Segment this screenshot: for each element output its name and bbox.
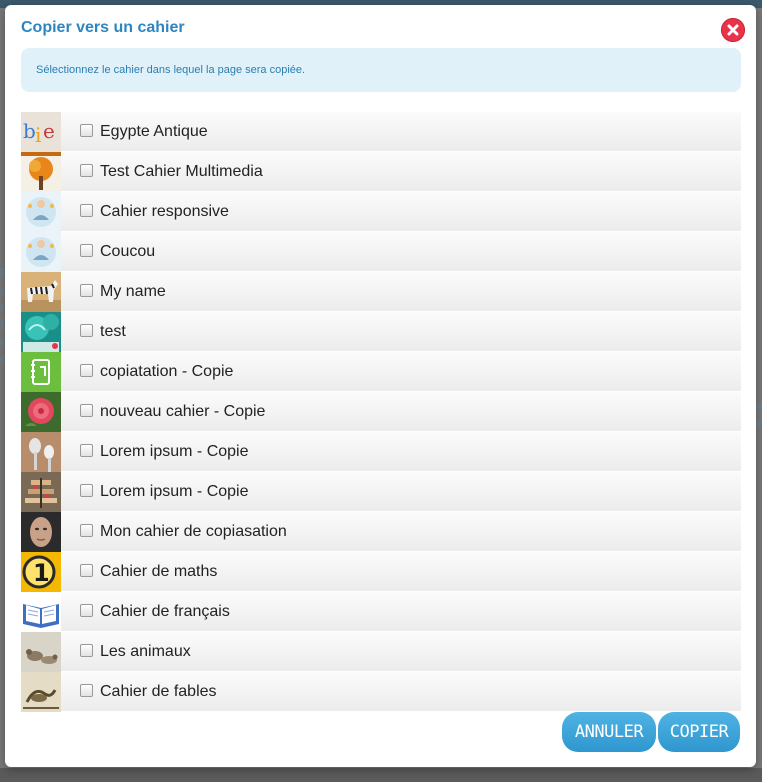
notebook-checkbox[interactable]	[80, 644, 93, 657]
notebook-checkbox[interactable]	[80, 604, 93, 617]
birds-thumbnail	[21, 632, 61, 672]
notebook-label: My name	[100, 283, 166, 300]
green-notebook-icon-thumbnail	[21, 352, 61, 392]
notebook-label: copiatation - Copie	[100, 363, 234, 380]
notebook-checkbox[interactable]	[80, 484, 93, 497]
background-footer	[0, 768, 762, 782]
notebook-row[interactable]: My name	[21, 272, 741, 312]
notebook-row[interactable]: Cahier responsive	[21, 192, 741, 232]
notebook-row[interactable]: 1 Cahier de maths	[21, 552, 741, 592]
close-icon	[727, 24, 739, 36]
notebook-checkbox[interactable]	[80, 284, 93, 297]
copy-to-notebook-dialog: Copier vers un cahier Sélectionnez le ca…	[5, 5, 756, 767]
notebook-checkbox[interactable]	[80, 684, 93, 697]
notebook-row[interactable]: Mon cahier de copiasation	[21, 512, 741, 552]
copy-button[interactable]: COPIER	[658, 712, 740, 752]
notebook-row[interactable]: bie Egypte Antique	[21, 112, 741, 152]
svg-text:e: e	[43, 119, 55, 143]
face-portrait-thumbnail	[21, 512, 61, 552]
notebook-label: Egypte Antique	[100, 123, 208, 140]
notebook-row[interactable]: Coucou	[21, 232, 741, 272]
notebook-checkbox[interactable]	[80, 124, 93, 137]
notebook-label: Test Cahier Multimedia	[100, 163, 263, 180]
notebook-label: nouveau cahier - Copie	[100, 403, 266, 420]
notebook-checkbox[interactable]	[80, 444, 93, 457]
meditation-figure-thumbnail	[21, 192, 61, 232]
number-one-thumbnail: 1	[21, 552, 61, 592]
notebook-checkbox[interactable]	[80, 324, 93, 337]
notebook-row[interactable]: Les animaux	[21, 632, 741, 672]
notebook-row[interactable]: Test Cahier Multimedia	[21, 152, 741, 192]
notebook-label: Les animaux	[100, 643, 191, 660]
notebook-label: Cahier responsive	[100, 203, 229, 220]
notebook-label: test	[100, 323, 126, 340]
open-book-thumbnail	[21, 592, 61, 632]
spoons-thumbnail	[21, 432, 61, 472]
notebook-row[interactable]: Cahier de français	[21, 592, 741, 632]
notebook-checkbox[interactable]	[80, 564, 93, 577]
notebook-label: Lorem ipsum - Copie	[100, 443, 249, 460]
notebook-label: Cahier de fables	[100, 683, 217, 700]
notebook-checkbox[interactable]	[80, 524, 93, 537]
notebook-row[interactable]: copiatation - Copie	[21, 352, 741, 392]
notebook-list: bie Egypte Antique Test Cahier Multimedi…	[21, 112, 741, 712]
notebook-row[interactable]: Lorem ipsum - Copie	[21, 432, 741, 472]
info-text: Sélectionnez le cahier dans lequel la pa…	[36, 64, 306, 76]
red-rose-thumbnail	[21, 392, 61, 432]
notebook-checkbox[interactable]	[80, 164, 93, 177]
colored-letters-thumbnail: bie	[21, 112, 61, 152]
dialog-title: Copier vers un cahier	[21, 19, 185, 36]
background-page-fragment-right: sn	[756, 398, 762, 432]
notebook-row[interactable]: Lorem ipsum - Copie	[21, 472, 741, 512]
notebook-label: Cahier de maths	[100, 563, 218, 580]
notebook-label: Mon cahier de copiasation	[100, 523, 287, 540]
meditation-figure-thumbnail	[21, 232, 61, 272]
notebook-label: Cahier de français	[100, 603, 230, 620]
notebook-label: Lorem ipsum - Copie	[100, 483, 249, 500]
cancel-button[interactable]: ANNULER	[562, 712, 656, 752]
info-box: Sélectionnez le cahier dans lequel la pa…	[21, 48, 741, 92]
svg-text:1: 1	[33, 559, 50, 587]
notebook-row[interactable]: nouveau cahier - Copie	[21, 392, 741, 432]
cake-stand-thumbnail	[21, 472, 61, 512]
notebook-row[interactable]: Cahier de fables	[21, 672, 741, 712]
notebook-checkbox[interactable]	[80, 244, 93, 257]
notebook-checkbox[interactable]	[80, 404, 93, 417]
close-button[interactable]	[721, 18, 745, 42]
fable-illustration-thumbnail	[21, 672, 61, 712]
svg-text:i: i	[35, 123, 41, 147]
svg-text:b: b	[23, 119, 36, 143]
teal-cupcake-thumbnail	[21, 312, 61, 352]
zebra-thumbnail	[21, 272, 61, 312]
notebook-checkbox[interactable]	[80, 364, 93, 377]
notebook-checkbox[interactable]	[80, 204, 93, 217]
notebook-label: Coucou	[100, 243, 156, 260]
autumn-tree-thumbnail	[21, 152, 61, 192]
notebook-row[interactable]: test	[21, 312, 741, 352]
